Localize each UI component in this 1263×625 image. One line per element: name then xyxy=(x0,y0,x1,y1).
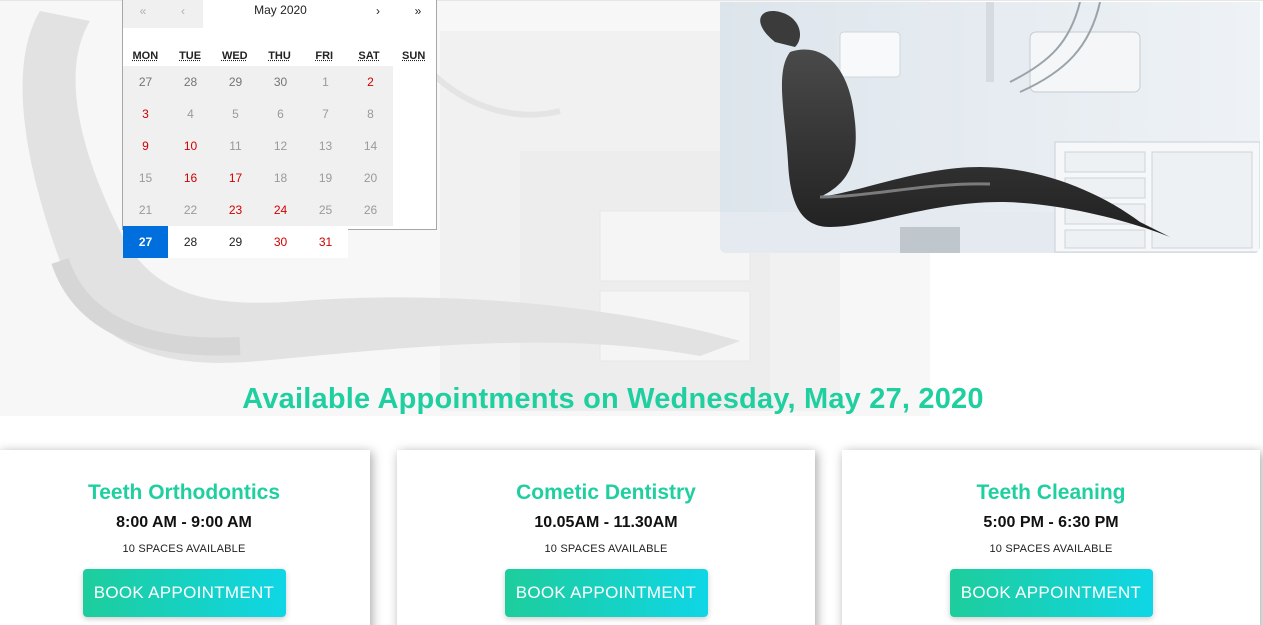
calendar-day[interactable]: 26 xyxy=(348,194,393,226)
calendar-day[interactable]: 21 xyxy=(123,194,168,226)
calendar-day[interactable]: 12 xyxy=(258,130,303,162)
calendar-day[interactable]: 29 xyxy=(213,226,258,258)
calendar-day[interactable]: 18 xyxy=(258,162,303,194)
next-year-button[interactable]: » xyxy=(398,0,438,28)
calendar-day-selected[interactable]: 27 xyxy=(123,226,168,258)
book-appointment-button[interactable]: BOOK APPOINTMENT xyxy=(82,569,286,617)
calendar-day-grid: 27 28 29 30 1 2 3 4 5 6 7 8 9 10 11 12 13 14 15 16 17 18 19 20 2… xyxy=(123,66,436,258)
calendar-day[interactable]: 15 xyxy=(123,162,168,194)
calendar-month-label[interactable]: May 2020 xyxy=(203,0,358,20)
calendar-day[interactable]: 11 xyxy=(213,130,258,162)
weekday-label: WED xyxy=(221,50,248,62)
dental-chair-photo xyxy=(720,2,1260,253)
calendar-day[interactable]: 3 xyxy=(123,98,168,130)
calendar-day[interactable]: 30 xyxy=(258,66,303,98)
book-appointment-button[interactable]: BOOK APPOINTMENT xyxy=(504,569,708,617)
calendar-day[interactable]: 22 xyxy=(168,194,213,226)
appointment-time: 8:00 AM - 9:00 AM xyxy=(116,514,252,531)
service-name: Cometic Dentistry xyxy=(516,481,696,504)
date-picker-calendar: « ‹ May 2020 › » MON TUE WED THU FRI SAT… xyxy=(122,0,437,258)
book-appointment-button[interactable]: BOOK APPOINTMENT xyxy=(949,569,1153,617)
service-name: Teeth Orthodontics xyxy=(87,481,281,504)
weekday-label: SAT xyxy=(358,50,380,62)
appointment-card-orthodontics: Teeth Orthodontics 8:00 AM - 9:00 AM 10 … xyxy=(0,450,370,625)
calendar-day[interactable]: 14 xyxy=(348,130,393,162)
weekday-label: TUE xyxy=(179,50,202,62)
calendar-day[interactable]: 28 xyxy=(168,66,213,98)
dental-chair-photo-image xyxy=(720,2,1260,253)
calendar-day[interactable]: 10 xyxy=(168,130,213,162)
calendar-day[interactable]: 28 xyxy=(168,226,213,258)
available-appointments-heading: Available Appointments on Wednesday, May… xyxy=(242,383,984,415)
calendar-weekday-row: MON TUE WED THU FRI SAT SUN xyxy=(123,32,436,66)
calendar-navigation: « ‹ May 2020 › » xyxy=(123,0,436,32)
calendar-day[interactable]: 2 xyxy=(348,66,393,98)
spaces-available: 10 SPACES AVAILABLE xyxy=(989,543,1113,555)
appointment-time: 10.05AM - 11.30AM xyxy=(534,514,678,531)
spaces-available: 10 SPACES AVAILABLE xyxy=(544,543,668,555)
weekday-label: MON xyxy=(132,50,159,62)
appointment-card-cosmetic-dentistry: Cometic Dentistry 10.05AM - 11.30AM 10 S… xyxy=(397,450,815,625)
calendar-day[interactable]: 16 xyxy=(168,162,213,194)
calendar-day[interactable]: 6 xyxy=(258,98,303,130)
calendar-day[interactable]: 8 xyxy=(348,98,393,130)
prev-year-button[interactable]: « xyxy=(123,0,163,28)
calendar-day[interactable]: 29 xyxy=(213,66,258,98)
calendar-day[interactable]: 20 xyxy=(348,162,393,194)
calendar-day[interactable]: 4 xyxy=(168,98,213,130)
calendar-day[interactable]: 1 xyxy=(303,66,348,98)
calendar-day[interactable]: 25 xyxy=(303,194,348,226)
calendar-day[interactable]: 27 xyxy=(123,66,168,98)
calendar-day[interactable]: 17 xyxy=(213,162,258,194)
calendar-day[interactable]: 30 xyxy=(258,226,303,258)
calendar-day[interactable]: 9 xyxy=(123,130,168,162)
calendar-day[interactable]: 24 xyxy=(258,194,303,226)
appointment-time: 5:00 PM - 6:30 PM xyxy=(983,514,1119,531)
next-month-button[interactable]: › xyxy=(358,0,398,28)
weekday-label: SUN xyxy=(402,50,426,62)
calendar-day[interactable]: 23 xyxy=(213,194,258,226)
calendar-day[interactable]: 13 xyxy=(303,130,348,162)
service-name: Teeth Cleaning xyxy=(976,481,1126,504)
weekday-label: FRI xyxy=(315,50,334,62)
weekday-label: THU xyxy=(268,50,291,62)
prev-month-button[interactable]: ‹ xyxy=(163,0,203,28)
appointment-card-teeth-cleaning: Teeth Cleaning 5:00 PM - 6:30 PM 10 SPAC… xyxy=(842,450,1260,625)
spaces-available: 10 SPACES AVAILABLE xyxy=(122,543,246,555)
calendar-day[interactable]: 5 xyxy=(213,98,258,130)
calendar-day[interactable]: 7 xyxy=(303,98,348,130)
calendar-day[interactable]: 31 xyxy=(303,226,348,258)
calendar-day[interactable]: 19 xyxy=(303,162,348,194)
